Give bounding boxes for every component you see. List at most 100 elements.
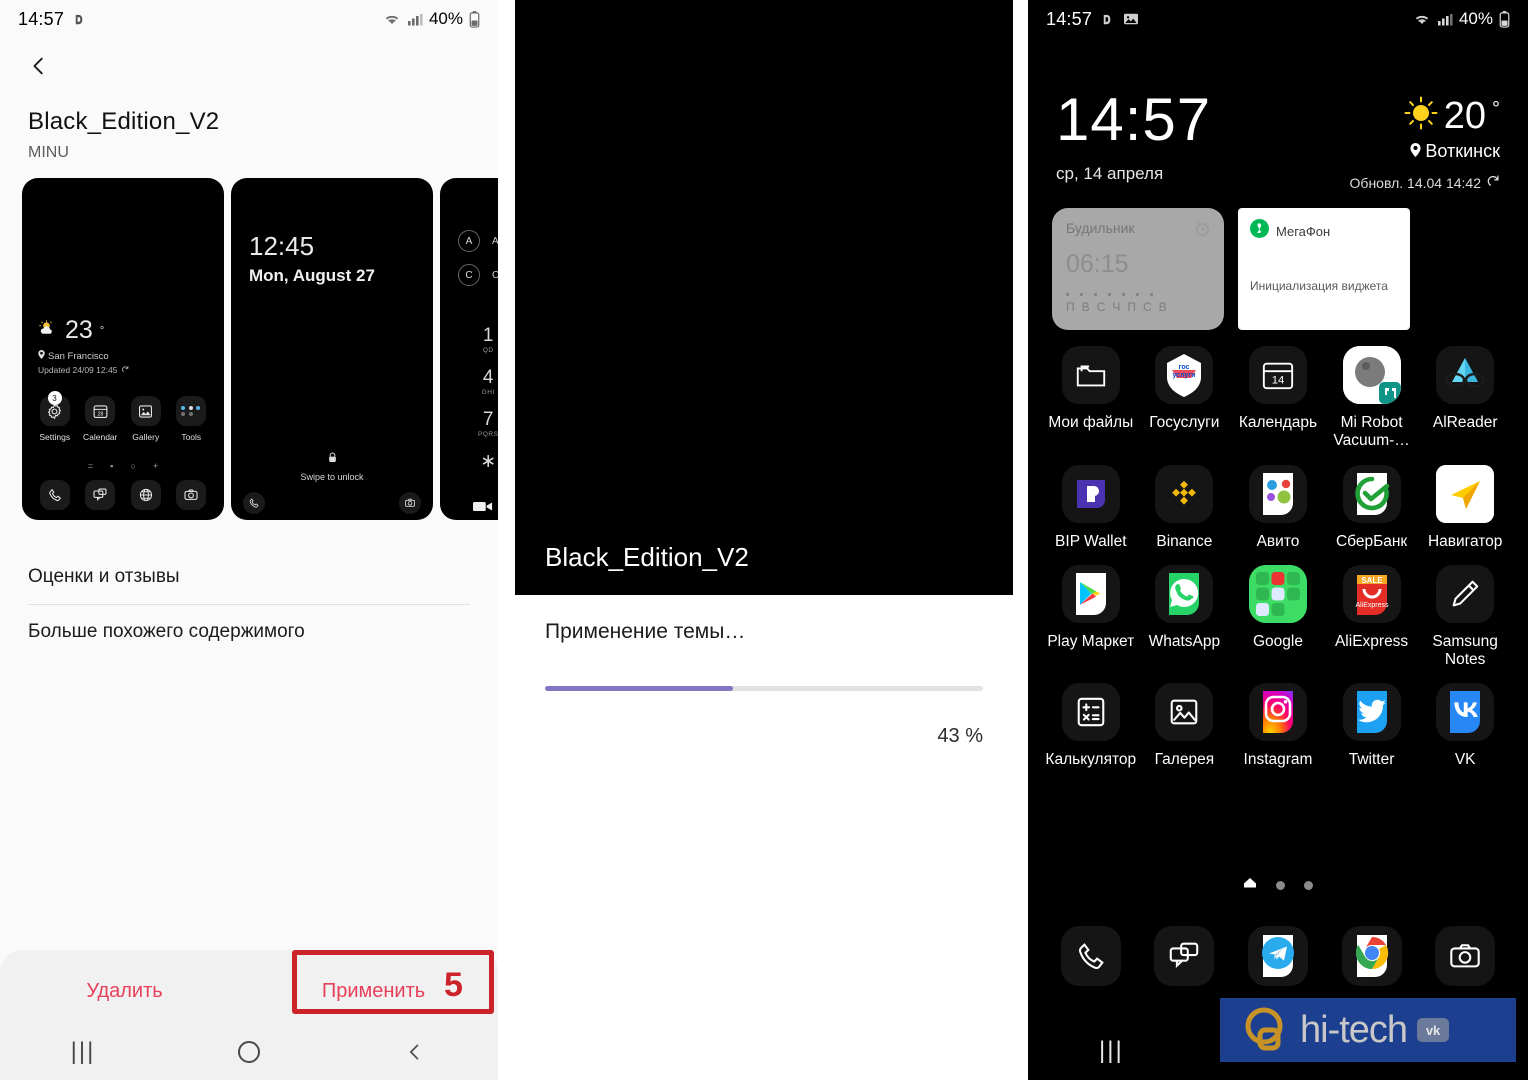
- camera-icon: [176, 480, 207, 510]
- watermark-text: hi-tech: [1300, 1008, 1408, 1051]
- preview-city: San Francisco: [48, 350, 109, 362]
- app-google-folder[interactable]: Google: [1231, 564, 1325, 670]
- preview-card-lockscreen[interactable]: 12:45 Mon, August 27 Swipe to unlock: [231, 178, 433, 520]
- section-ratings[interactable]: Оценки и отзывы: [28, 550, 470, 604]
- app-label: Мои файлы: [1048, 414, 1134, 431]
- delete-button[interactable]: Удалить: [0, 950, 249, 1032]
- sberbank-icon: [1342, 464, 1401, 523]
- app-whatsapp[interactable]: WhatsApp: [1138, 564, 1232, 670]
- app-gosuslugi[interactable]: гос услуги Госуслуги: [1138, 346, 1232, 451]
- gallery-icon: [130, 396, 161, 426]
- megafon-widget-name: МегаФон: [1276, 223, 1331, 239]
- home-page-dot-active[interactable]: [1243, 876, 1257, 894]
- home-clock: 14:57: [1056, 86, 1212, 153]
- day-label: П: [1066, 300, 1075, 314]
- dock-chrome[interactable]: [1325, 926, 1419, 986]
- app-label: Калькулятор: [1045, 751, 1137, 769]
- dialpad-key: 1: [482, 325, 494, 346]
- preview-dock: [32, 480, 214, 510]
- svg-text:услуги: услуги: [1173, 372, 1196, 379]
- indicator-list-icon: =: [87, 461, 94, 471]
- app-grid: Мои файлы гос услуги Госуслуги 14 Календа…: [1044, 346, 1512, 784]
- yandex-navigator-icon: [1436, 464, 1495, 523]
- home-icon[interactable]: [166, 1041, 332, 1063]
- clock-weather-widget[interactable]: 14:57 ср, 14 апреля 20 ° Воткинск Обновл…: [1028, 90, 1528, 191]
- app-label: Instagram: [1243, 751, 1313, 769]
- app-bip-wallet[interactable]: BIP Wallet: [1044, 464, 1138, 551]
- panel-theme-detail: 14:57 40% Black_Edition_V2 MINU 23 ° San…: [0, 0, 498, 1080]
- dialpad-sub: QD: [482, 347, 494, 354]
- dock-phone[interactable]: [1044, 926, 1138, 986]
- dialpad-sub: GHI: [481, 389, 495, 396]
- bip-wallet-icon: [1061, 464, 1120, 523]
- app-label: Play Маркет: [1047, 632, 1135, 650]
- dock-camera[interactable]: [1418, 926, 1512, 986]
- app-mi-robot-vacuum[interactable]: Mi Robot Vacuum-…: [1325, 346, 1419, 451]
- app-label: Календарь: [1238, 414, 1318, 431]
- weather-block[interactable]: 20 ° Воткинск Обновл. 14.04 14:42: [1350, 90, 1500, 191]
- app-row: BIP Wallet Binance Авито СберБанк Навига…: [1044, 464, 1512, 551]
- back-chevron-icon: [28, 55, 50, 82]
- alreader-icon: [1436, 346, 1495, 404]
- app-twitter[interactable]: Twitter: [1325, 683, 1419, 769]
- app-row: Play Маркет WhatsApp Google SALE AliExpr…: [1044, 564, 1512, 670]
- battery-percent: 40%: [428, 9, 463, 28]
- preview-carousel[interactable]: 23 ° San Francisco Updated 24/09 12:45 3…: [0, 162, 498, 520]
- google-folder-icon: [1248, 564, 1307, 623]
- recents-icon[interactable]: |||: [1028, 1037, 1195, 1065]
- recents-icon[interactable]: |||: [0, 1038, 166, 1066]
- app-label: AlReader: [1432, 414, 1498, 431]
- app-sberbank[interactable]: СберБанк: [1325, 464, 1419, 551]
- home-dock: [1044, 926, 1512, 986]
- dock-telegram[interactable]: [1231, 926, 1325, 986]
- app-vk[interactable]: VK: [1418, 683, 1512, 769]
- megafon-icon: [1250, 219, 1269, 243]
- preview-app-calendar: 28 Calendar: [78, 396, 124, 442]
- instagram-icon: [1248, 683, 1307, 742]
- megafon-widget[interactable]: МегаФон Инициализация виджета: [1238, 208, 1410, 330]
- folder-icon: [1061, 346, 1120, 404]
- app-kalendar[interactable]: 14 Календарь: [1231, 346, 1325, 451]
- avatar: A: [458, 230, 480, 252]
- app-play-market[interactable]: Play Маркет: [1044, 564, 1138, 670]
- app-aliexpress[interactable]: SALE AliExpress AliExpress: [1325, 564, 1419, 670]
- svg-text:14: 14: [1272, 375, 1285, 387]
- app-navigator[interactable]: Навигатор: [1418, 464, 1512, 551]
- app-binance[interactable]: Binance: [1138, 464, 1232, 551]
- app-calculator[interactable]: Калькулятор: [1044, 683, 1138, 769]
- app-instagram[interactable]: Instagram: [1231, 683, 1325, 769]
- dolby-icon: [72, 12, 87, 27]
- app-label: VK: [1454, 751, 1476, 769]
- dialpad-sub: PQRS: [478, 431, 498, 438]
- megafon-widget-body: Инициализация виджета: [1250, 279, 1388, 293]
- home-page-dot[interactable]: [1304, 880, 1313, 890]
- watermark-hi-tech: hi-tech vk: [1220, 998, 1516, 1062]
- whatsapp-icon: [1155, 564, 1214, 623]
- refresh-icon: [121, 365, 129, 375]
- home-page-indicator[interactable]: [1028, 876, 1528, 894]
- gallery-icon: [1155, 683, 1214, 742]
- app-samsung-notes[interactable]: Samsung Notes: [1418, 564, 1512, 670]
- app-galereya[interactable]: Галерея: [1138, 683, 1232, 769]
- preview-app-label: Tools: [181, 432, 202, 442]
- annotation-step-number: 5: [444, 966, 463, 1004]
- app-avito[interactable]: Авито: [1231, 464, 1325, 551]
- day-label: С: [1096, 300, 1106, 314]
- alarm-widget-days: П В С Ч П С В: [1066, 300, 1210, 314]
- alarm-widget[interactable]: Будильник 06:15 П В С Ч П С В: [1052, 208, 1224, 330]
- home-page-dot[interactable]: [1276, 880, 1285, 890]
- back-icon[interactable]: [332, 1042, 498, 1062]
- preview-card-dialer[interactable]: A Alex C Chris 1QD 4GHI 7PQRS ∗: [440, 178, 498, 520]
- app-moi-faily[interactable]: Мои файлы: [1044, 346, 1138, 451]
- preview-updated: Updated 24/09 12:45: [38, 365, 118, 375]
- section-similar[interactable]: Больше похожего содержимого: [28, 605, 470, 659]
- preview-card-home[interactable]: 23 ° San Francisco Updated 24/09 12:45 3…: [22, 178, 224, 520]
- back-button[interactable]: [0, 38, 498, 98]
- app-row: Калькулятор Галерея Instagram Twitter VK: [1044, 683, 1512, 769]
- progress-bar: [545, 686, 983, 691]
- gosuslugi-icon: гос услуги: [1155, 346, 1214, 404]
- refresh-icon[interactable]: [1486, 174, 1500, 191]
- app-label: Mi Robot Vacuum-…: [1333, 414, 1410, 450]
- app-alreader[interactable]: AlReader: [1418, 346, 1512, 451]
- dock-messages[interactable]: [1138, 926, 1232, 986]
